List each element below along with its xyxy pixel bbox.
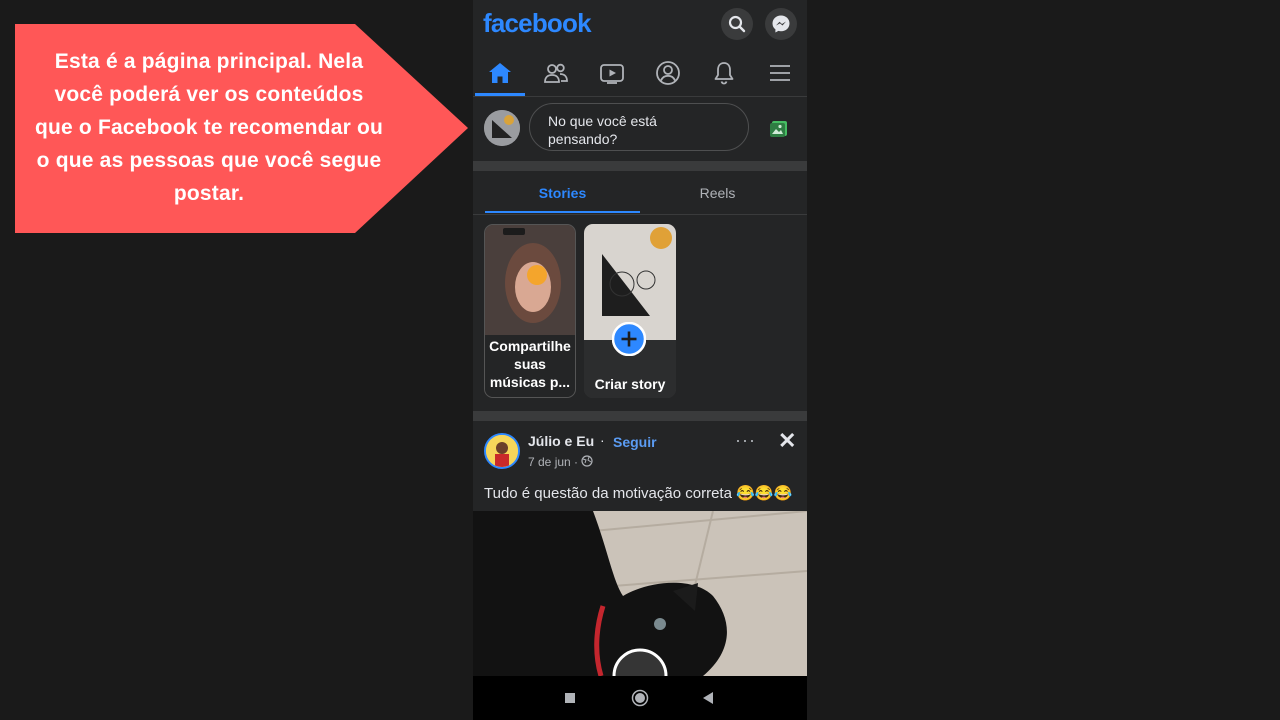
section-separator [473, 411, 807, 421]
callout-text: Esta é a página principal. Nela você pod… [34, 50, 384, 205]
callout: Esta é a página principal. Nela você pod… [15, 24, 468, 233]
tab-stories[interactable]: Stories [485, 172, 640, 212]
watch-icon [600, 64, 624, 84]
composer-input[interactable]: No que você está pensando? [529, 103, 749, 151]
avatar-image [486, 435, 518, 467]
top-bar: facebook [473, 0, 807, 52]
menu-icon [770, 65, 790, 81]
messenger-button[interactable] [765, 8, 797, 40]
follow-link[interactable]: Seguir [613, 434, 657, 450]
stories-row: Compartilhe suas músicas p... Criar stor… [473, 224, 807, 402]
nav-friends[interactable] [531, 52, 581, 94]
avatar-image [484, 110, 520, 146]
photo-icon[interactable] [769, 118, 789, 138]
story-title: Compartilhe suas músicas p... [489, 338, 571, 390]
main-nav [473, 52, 807, 97]
post-composer: No que você está pensando? [473, 97, 807, 161]
tab-reels[interactable]: Reels [640, 172, 795, 212]
stories-reels-tabs: Stories Reels [473, 172, 807, 215]
home-icon [489, 63, 511, 83]
nav-notifications[interactable] [699, 52, 749, 94]
back-triangle-icon[interactable] [702, 691, 714, 705]
post-header: Júlio e Eu · Seguir 7 de jun · ··· ✕ [473, 422, 807, 482]
avatar[interactable] [484, 110, 520, 146]
separator-dot: · [600, 432, 605, 448]
nav-menu[interactable] [755, 52, 805, 94]
post-video[interactable] [473, 511, 807, 676]
circle-icon[interactable] [631, 689, 649, 707]
nav-active-indicator [475, 93, 525, 96]
search-icon [728, 15, 746, 33]
globe-icon [581, 455, 593, 467]
video-thumbnail [473, 511, 807, 676]
phone-screen: facebook No que você está pensando? Stor… [473, 0, 807, 720]
nav-home[interactable] [475, 52, 525, 94]
nav-profile[interactable] [643, 52, 693, 94]
nav-watch[interactable] [587, 52, 637, 94]
post-text: Tudo é questão da motivação correta 😂😂😂 [484, 485, 793, 502]
facebook-logo[interactable]: facebook [483, 8, 592, 39]
story-title: Criar story [594, 376, 666, 392]
square-icon[interactable] [564, 692, 576, 704]
plus-icon[interactable] [612, 322, 646, 356]
post-date[interactable]: 7 de jun · [528, 455, 578, 469]
story-thumbnail [584, 224, 676, 398]
post-author[interactable]: Júlio e Eu [528, 433, 594, 449]
create-story-card[interactable]: Criar story [584, 224, 676, 398]
story-card-music[interactable]: Compartilhe suas músicas p... [484, 224, 576, 398]
search-button[interactable] [721, 8, 753, 40]
profile-icon [656, 61, 680, 85]
messenger-icon [772, 15, 790, 33]
system-nav-bar [473, 676, 807, 720]
tab-active-indicator [485, 211, 640, 213]
bell-icon [714, 62, 734, 85]
friends-icon [544, 63, 568, 83]
more-options-button[interactable]: ··· [735, 430, 756, 451]
close-button[interactable]: ✕ [778, 428, 796, 454]
section-separator [473, 161, 807, 171]
post-avatar[interactable] [484, 433, 520, 469]
